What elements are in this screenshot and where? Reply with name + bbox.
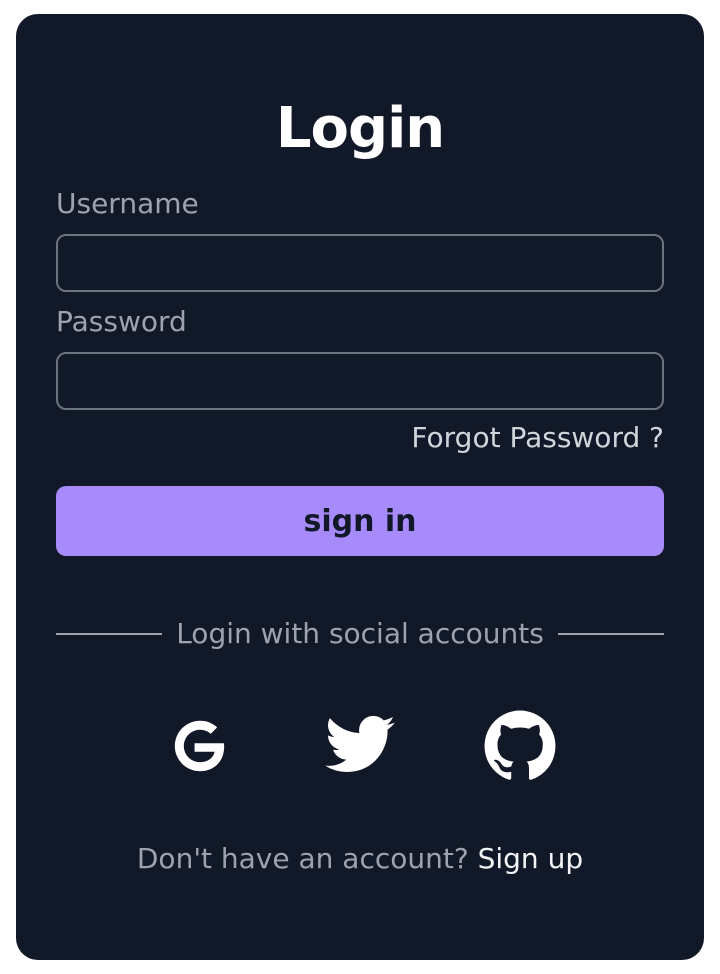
page-title: Login <box>275 96 445 161</box>
username-label: Username <box>56 187 199 220</box>
sign-up-link[interactable]: Sign up <box>478 842 584 875</box>
password-label: Password <box>56 305 187 338</box>
password-input[interactable] <box>56 352 664 410</box>
social-buttons <box>16 708 704 784</box>
social-divider: Login with social accounts <box>56 616 665 652</box>
social-divider-label: Login with social accounts <box>176 617 544 650</box>
google-login-button[interactable] <box>162 708 238 784</box>
login-card: Login Username Password Forgot Password … <box>16 14 704 960</box>
divider-line-right <box>557 633 665 635</box>
google-icon <box>174 720 225 772</box>
forgot-password-link[interactable]: Forgot Password ? <box>411 420 664 456</box>
github-icon <box>484 710 556 780</box>
divider-line-left <box>56 633 163 635</box>
twitter-login-button[interactable] <box>322 708 398 784</box>
sign-in-button[interactable]: sign in <box>56 486 664 556</box>
signup-prompt: Don't have an account? <box>136 842 478 875</box>
twitter-icon <box>325 715 395 772</box>
github-login-button[interactable] <box>482 708 558 784</box>
username-input[interactable] <box>56 234 664 292</box>
signup-row: Don't have an account? Sign up <box>16 840 704 878</box>
